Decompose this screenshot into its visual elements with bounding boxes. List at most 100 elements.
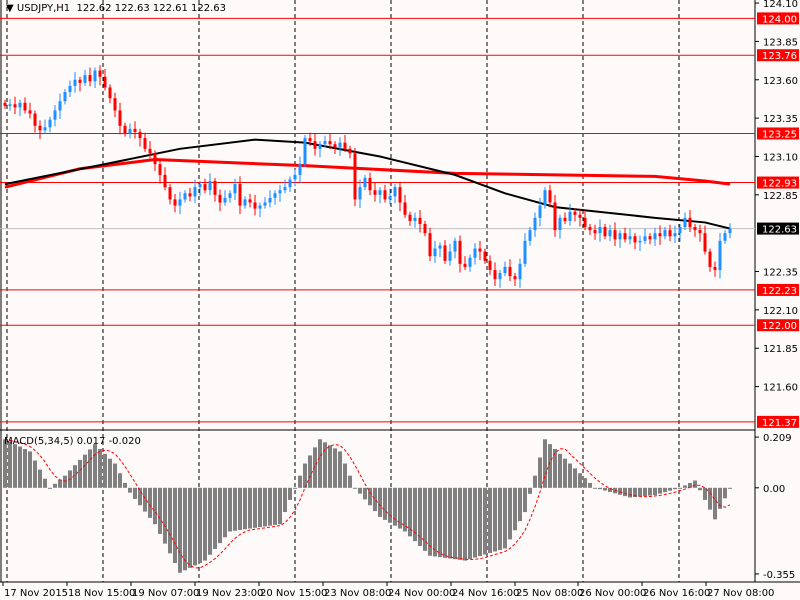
macd-histogram-bar [523, 487, 527, 513]
macd-histogram-bar [448, 487, 452, 559]
bear-candle [443, 245, 447, 261]
bull-candle [618, 233, 622, 240]
bull-candle [293, 174, 297, 180]
macd-histogram-bar [298, 475, 302, 488]
macd-histogram-bar [113, 463, 117, 488]
macd-label: MACD(5,34,5) 0.017 -0.020 [4, 436, 141, 447]
macd-histogram-bar [58, 479, 62, 488]
bull-candle [673, 233, 677, 237]
bull-candle [73, 79, 77, 86]
macd-histogram-bar [38, 469, 42, 488]
bear-candle [153, 153, 157, 165]
macd-histogram-bar [173, 487, 177, 564]
bull-candle [243, 199, 247, 206]
bull-candle [393, 187, 397, 197]
macd-histogram-bar [143, 487, 147, 512]
bear-candle [713, 266, 717, 270]
bull-candle [608, 230, 612, 237]
bear-candle [313, 141, 317, 149]
bear-candle [478, 248, 482, 252]
bull-candle [498, 273, 502, 280]
bear-candle [203, 184, 207, 191]
moving-average-slow [4, 138, 731, 230]
macd-histogram-bar [443, 487, 447, 558]
bull-candle [53, 110, 57, 120]
macd-histogram-bar [98, 448, 102, 488]
bull-candle [448, 251, 452, 261]
bear-candle [3, 102, 7, 106]
bull-candle [363, 177, 367, 188]
bull-candle [178, 199, 182, 206]
bull-candle [358, 187, 362, 200]
bear-candle [148, 148, 152, 154]
macd-histogram-bar [568, 463, 572, 488]
bear-candle [548, 190, 552, 203]
macd-histogram-bar [268, 487, 272, 526]
macd-histogram-bar [33, 460, 37, 488]
bear-candle [333, 144, 337, 148]
macd-histogram-bar [623, 487, 627, 497]
bull-candle [523, 240, 527, 264]
macd-histogram-bar [343, 463, 347, 488]
macd-histogram-bar [193, 487, 197, 566]
macd-histogram-bar [253, 487, 257, 528]
bull-candle [278, 190, 282, 194]
bear-candle [488, 260, 492, 270]
macd-histogram-bar [153, 487, 157, 525]
bull-candle [598, 227, 602, 234]
bull-candle [318, 144, 322, 149]
macd-histogram-bar [478, 487, 482, 557]
macd-histogram-bar [518, 487, 522, 522]
macd-histogram-bar [648, 487, 652, 496]
macd-histogram-bar [48, 487, 52, 489]
bull-candle [298, 164, 302, 175]
time-label: 26 Nov 00:00 [579, 588, 646, 599]
macd-histogram-bar [513, 487, 517, 531]
bear-candle [248, 199, 252, 203]
bear-candle [483, 251, 487, 261]
time-label: 19 Nov 23:00 [196, 588, 263, 599]
macd-histogram-bar [218, 487, 222, 544]
bull-candle [83, 75, 87, 83]
bull-candle [233, 184, 237, 194]
macd-histogram-bar [543, 439, 547, 488]
macd-histogram-bar [383, 487, 387, 520]
macd-histogram-bar [713, 487, 717, 520]
macd-histogram-bar [318, 439, 322, 488]
macd-histogram-bar [123, 482, 127, 488]
bear-candle [28, 110, 32, 114]
bull-candle [288, 179, 292, 188]
macd-histogram-bar [148, 487, 152, 518]
bull-candle [58, 101, 62, 111]
price-label: 121.60 [763, 383, 798, 394]
macd-histogram-bar [528, 487, 532, 494]
bull-candle [683, 217, 687, 228]
macd-histogram-bar [693, 480, 697, 488]
price-chart[interactable]: 17 Nov 2015 18 Nov 15:0019 Nov 07:0019 No… [0, 0, 800, 600]
bear-candle [423, 223, 427, 234]
bear-candle [143, 138, 147, 149]
bear-candle [368, 177, 372, 191]
bear-candle [648, 236, 652, 240]
price-label: 122.85 [763, 191, 798, 202]
macd-histogram-bar [293, 487, 297, 489]
bear-candle [693, 227, 697, 231]
macd-histogram-bar [438, 487, 442, 558]
macd-histogram-bar [28, 451, 32, 488]
time-label: 27 Nov 08:00 [707, 588, 774, 599]
macd-histogram-bar [508, 487, 512, 540]
macd-histogram-bar [378, 487, 382, 517]
bear-candle [78, 79, 82, 83]
bear-candle [343, 142, 347, 149]
macd-histogram-bar [533, 475, 537, 488]
bear-candle [98, 70, 102, 77]
macd-histogram-bar [108, 458, 112, 488]
macd-histogram-bar [628, 487, 632, 498]
bear-candle [633, 236, 637, 243]
bull-candle [438, 245, 442, 249]
bull-candle [388, 196, 392, 200]
collapse-arrow-icon[interactable]: ▼ [6, 3, 17, 14]
bull-candle [8, 104, 12, 106]
bear-candle [348, 148, 352, 154]
bull-candle [228, 193, 232, 198]
